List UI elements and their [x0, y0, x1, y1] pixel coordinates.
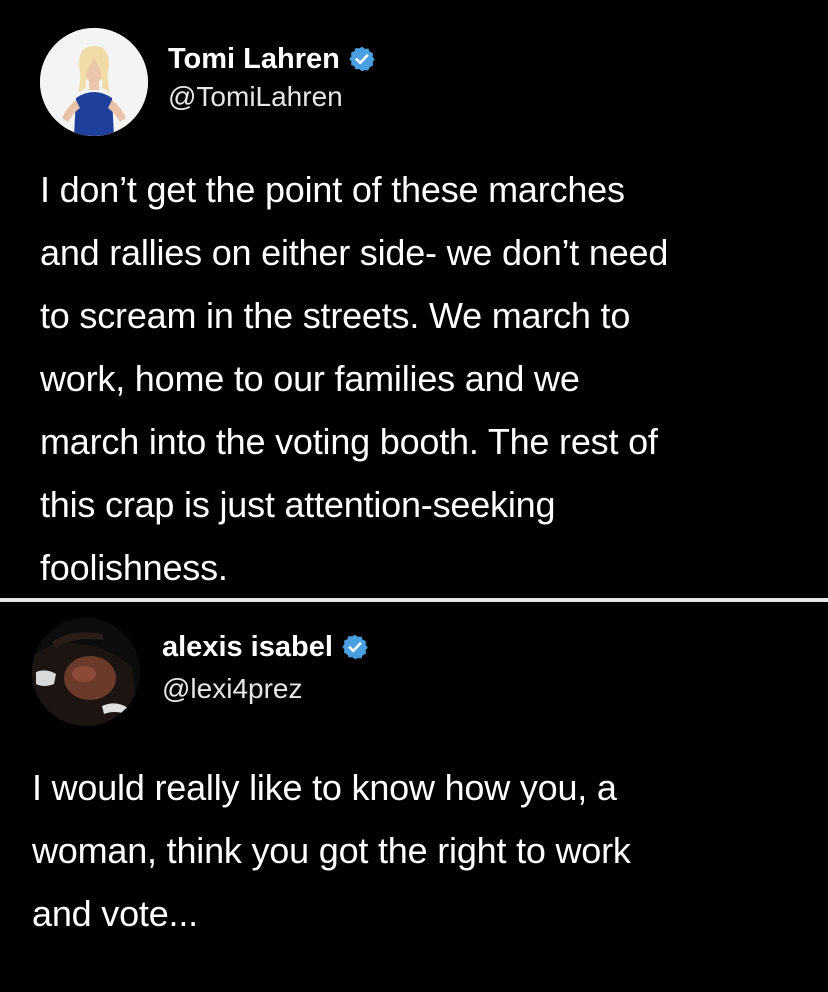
tweet-body-line: woman, think you got the right to work: [32, 830, 631, 871]
tweet-body-line: this crap is just attention-seeking: [40, 484, 556, 525]
tweet-body-line: I would really like to know how you, a: [32, 767, 617, 808]
tweet-2-name-row: alexis isabel: [162, 630, 369, 664]
tweet-body-line: work, home to our families and we: [40, 358, 580, 399]
tweet-body: I would really like to know how you, a w…: [32, 756, 812, 945]
user-handle[interactable]: @TomiLahren: [168, 80, 343, 114]
tweet-body-line: foolishness.: [40, 547, 228, 588]
tweet-body-line: and rallies on either side- we don’t nee…: [40, 232, 669, 273]
tweet-body-line: and vote...: [32, 893, 198, 934]
avatar-alexis-isabel[interactable]: [32, 618, 140, 726]
display-name[interactable]: alexis isabel: [162, 630, 333, 664]
avatar-portrait-icon: [32, 618, 140, 726]
avatar-portrait-icon: [40, 28, 148, 136]
tweet-body-line: I don’t get the point of these marches: [40, 169, 625, 210]
divider: [0, 598, 828, 602]
tweet-body: I don’t get the point of these marches a…: [40, 158, 810, 599]
user-handle[interactable]: @lexi4prez: [162, 672, 302, 706]
tweet-1-name-row: Tomi Lahren: [168, 42, 376, 76]
tweet-body-line: march into the voting booth. The rest of: [40, 421, 658, 462]
avatar-tomi-lahren[interactable]: [40, 28, 148, 136]
display-name[interactable]: Tomi Lahren: [168, 42, 340, 76]
verified-badge-icon: [348, 45, 376, 73]
tweet-body-line: to scream in the streets. We march to: [40, 295, 631, 336]
verified-badge-icon: [341, 633, 369, 661]
